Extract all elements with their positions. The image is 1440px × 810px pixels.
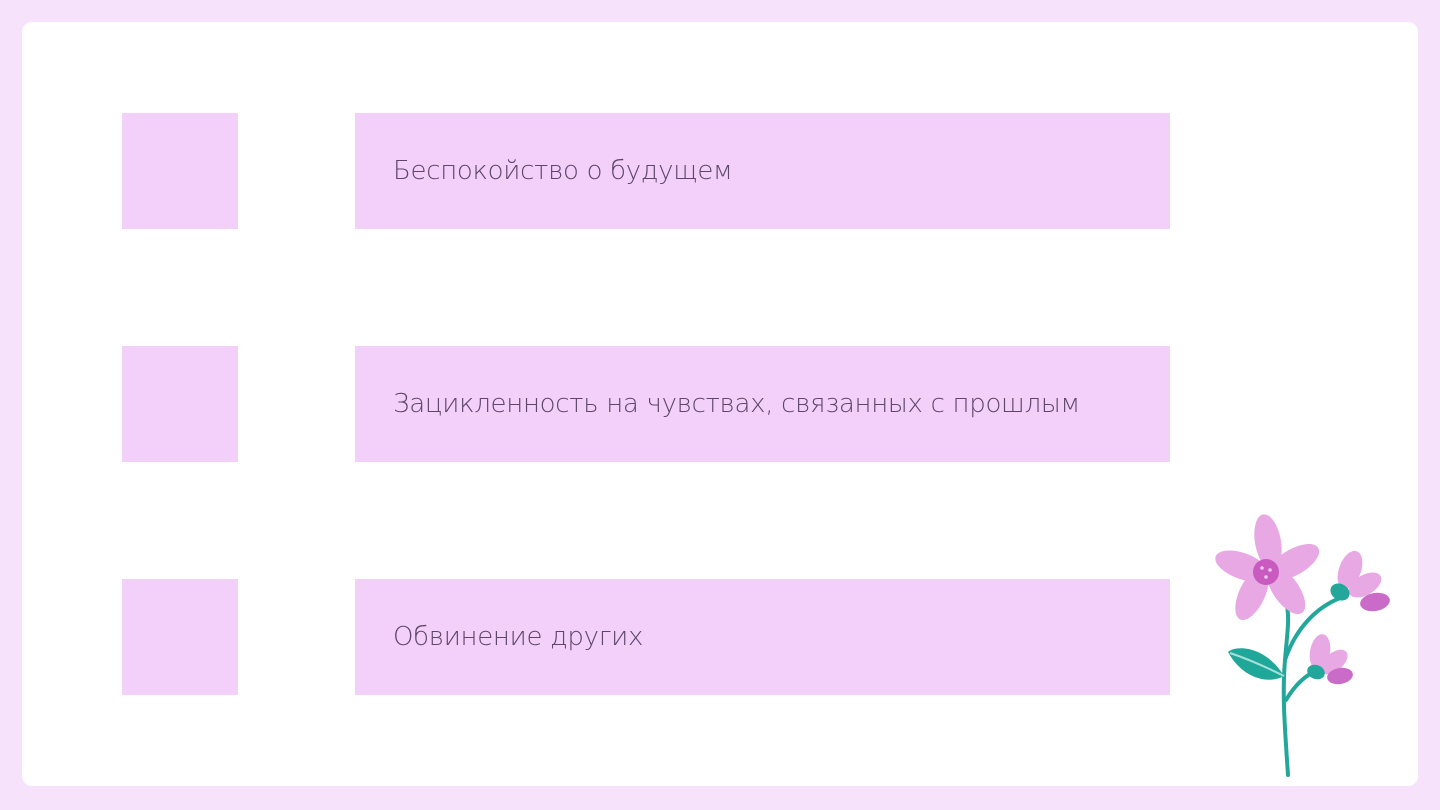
item-marker	[122, 346, 238, 462]
item-label-box: Зацикленность на чувствах, связанных с п…	[355, 346, 1170, 462]
item-label: Беспокойство о будущем	[393, 156, 733, 186]
item-marker	[122, 113, 238, 229]
list-item: Беспокойство о будущем	[22, 113, 1418, 229]
flower-icon	[1215, 514, 1390, 777]
list-item: Зацикленность на чувствах, связанных с п…	[22, 346, 1418, 462]
item-label-box: Беспокойство о будущем	[355, 113, 1170, 229]
item-marker	[122, 579, 238, 695]
item-label: Обвинение других	[393, 622, 644, 652]
item-label: Зацикленность на чувствах, связанных с п…	[393, 389, 1080, 419]
slide: Беспокойство о будущем Зацикленность на …	[0, 0, 1440, 810]
item-label-box: Обвинение других	[355, 579, 1170, 695]
